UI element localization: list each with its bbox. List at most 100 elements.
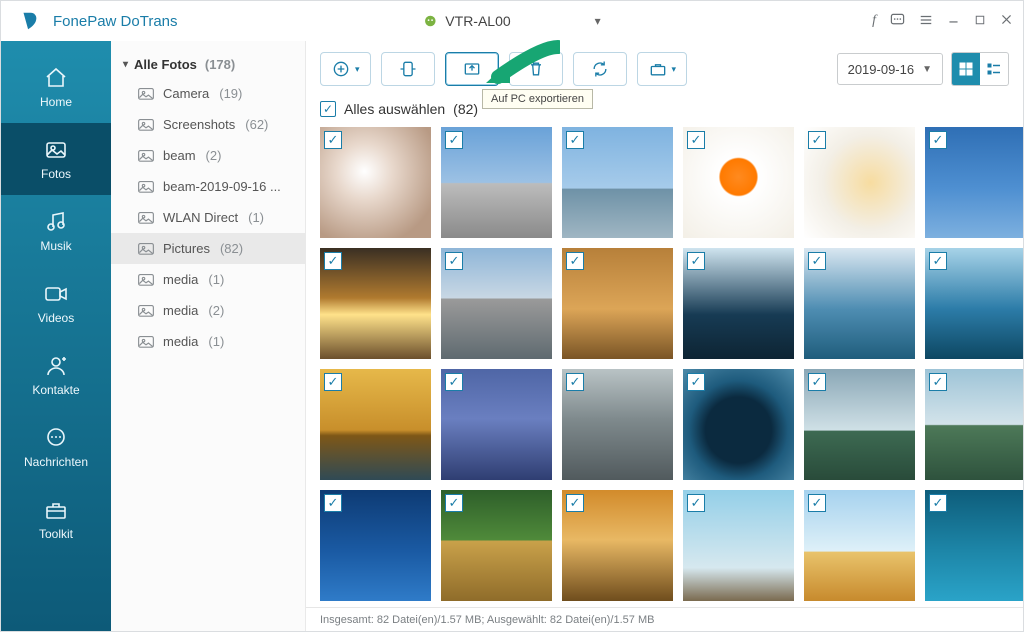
nav-label: Kontakte <box>32 383 79 397</box>
photo-thumbnail[interactable] <box>804 248 915 359</box>
photo-thumbnail[interactable] <box>441 127 552 238</box>
close-button[interactable] <box>1000 13 1013 29</box>
nav-musik[interactable]: Musik <box>1 195 111 267</box>
photo-thumbnail[interactable] <box>804 369 915 480</box>
photo-thumbnail[interactable] <box>562 248 673 359</box>
thumb-checkbox[interactable] <box>929 131 947 149</box>
export-to-pc-button[interactable] <box>445 52 499 86</box>
minimize-button[interactable] <box>947 13 960 29</box>
thumb-checkbox[interactable] <box>445 373 463 391</box>
folder-item[interactable]: media (1) <box>111 264 305 295</box>
thumb-checkbox[interactable] <box>687 373 705 391</box>
facebook-icon[interactable]: f <box>872 13 876 29</box>
toolbox-button[interactable]: ▾ <box>637 52 688 86</box>
photo-thumbnail[interactable] <box>804 127 915 238</box>
photo-thumbnail[interactable] <box>320 248 431 359</box>
photo-thumbnail[interactable] <box>562 127 673 238</box>
delete-button[interactable] <box>509 52 563 86</box>
photo-thumbnail[interactable] <box>562 369 673 480</box>
nav-toolkit[interactable]: Toolkit <box>1 483 111 555</box>
photo-thumbnail[interactable] <box>320 127 431 238</box>
nav-label: Videos <box>38 311 74 325</box>
thumb-checkbox[interactable] <box>566 252 584 270</box>
nav-fotos[interactable]: Fotos <box>1 123 111 195</box>
photo-thumbnail[interactable] <box>925 127 1023 238</box>
folder-count: (1) <box>248 210 264 225</box>
folder-item[interactable]: beam-2019-09-16 ... <box>111 171 305 202</box>
tree-root[interactable]: Alle Fotos (178) <box>111 51 305 78</box>
thumb-checkbox[interactable] <box>808 252 826 270</box>
menu-icon[interactable] <box>919 13 933 30</box>
to-device-button[interactable] <box>381 52 435 86</box>
feedback-icon[interactable] <box>890 12 905 30</box>
status-bar: Insgesamt: 82 Datei(en)/1.57 MB; Ausgewä… <box>306 607 1023 631</box>
photo-thumbnail[interactable] <box>441 490 552 601</box>
folder-item[interactable]: media (2) <box>111 295 305 326</box>
thumb-checkbox[interactable] <box>687 494 705 512</box>
thumb-checkbox[interactable] <box>808 494 826 512</box>
add-button[interactable]: ▾ <box>320 52 371 86</box>
select-all-row[interactable]: Alles auswählen (82) <box>306 97 1023 123</box>
folder-item[interactable]: WLAN Direct (1) <box>111 202 305 233</box>
thumb-checkbox[interactable] <box>929 373 947 391</box>
folder-label: media <box>163 334 198 349</box>
photo-thumbnail[interactable] <box>925 248 1023 359</box>
nav-kontakte[interactable]: Kontakte <box>1 339 111 411</box>
date-filter[interactable]: 2019-09-16 ▼ <box>837 53 943 85</box>
thumb-checkbox[interactable] <box>566 131 584 149</box>
refresh-button[interactable] <box>573 52 627 86</box>
thumb-checkbox[interactable] <box>445 252 463 270</box>
folder-count: (62) <box>245 117 268 132</box>
folder-item[interactable]: Camera (19) <box>111 78 305 109</box>
nav-label: Musik <box>40 239 71 253</box>
folder-item[interactable]: media (1) <box>111 326 305 357</box>
thumb-checkbox[interactable] <box>566 373 584 391</box>
folder-count: (82) <box>220 241 243 256</box>
photo-thumbnail[interactable] <box>925 490 1023 601</box>
photo-thumbnail[interactable] <box>804 490 915 601</box>
photo-thumbnail[interactable] <box>683 490 794 601</box>
photo-thumbnail[interactable] <box>683 248 794 359</box>
thumb-checkbox[interactable] <box>445 131 463 149</box>
folder-label: media <box>163 303 198 318</box>
toolbar: ▾ ▾ 2019-09-16 <box>306 41 1023 97</box>
select-all-checkbox[interactable] <box>320 101 336 117</box>
maximize-button[interactable] <box>974 13 986 29</box>
thumb-checkbox[interactable] <box>808 373 826 391</box>
thumb-checkbox[interactable] <box>324 373 342 391</box>
photo-thumbnail[interactable] <box>441 369 552 480</box>
folder-item[interactable]: beam (2) <box>111 140 305 171</box>
thumb-checkbox[interactable] <box>324 252 342 270</box>
thumb-checkbox[interactable] <box>324 131 342 149</box>
thumb-checkbox[interactable] <box>445 494 463 512</box>
thumb-checkbox[interactable] <box>324 494 342 512</box>
thumb-checkbox[interactable] <box>929 252 947 270</box>
photo-thumbnail[interactable] <box>562 490 673 601</box>
sidebar-nav: Home Fotos Musik Videos Kontakte NachrichtenT… <box>1 41 111 631</box>
device-selector[interactable]: VTR-AL00 ▾ <box>423 13 600 29</box>
nav-home[interactable]: Home <box>1 51 111 123</box>
photo-thumbnail[interactable] <box>441 248 552 359</box>
main-area: ▾ ▾ 2019-09-16 <box>306 41 1023 631</box>
nav-videos[interactable]: Videos <box>1 267 111 339</box>
photo-thumbnail[interactable] <box>925 369 1023 480</box>
photo-thumbnail[interactable] <box>320 369 431 480</box>
nav-label: Fotos <box>41 167 71 181</box>
thumb-checkbox[interactable] <box>687 131 705 149</box>
nav-nachrichten[interactable]: Nachrichten <box>1 411 111 483</box>
thumb-checkbox[interactable] <box>566 494 584 512</box>
tree-root-label: Alle Fotos <box>134 57 197 72</box>
photo-thumbnail[interactable] <box>683 369 794 480</box>
folder-label: beam-2019-09-16 ... <box>163 179 281 194</box>
folder-count: (19) <box>219 86 242 101</box>
photo-thumbnail[interactable] <box>683 127 794 238</box>
folder-item[interactable]: Pictures (82) <box>111 233 305 264</box>
thumb-checkbox[interactable] <box>808 131 826 149</box>
folder-item[interactable]: Screenshots (62) <box>111 109 305 140</box>
thumb-checkbox[interactable] <box>687 252 705 270</box>
grid-view-button[interactable] <box>952 53 980 85</box>
list-view-button[interactable] <box>980 53 1008 85</box>
photo-thumbnail[interactable] <box>320 490 431 601</box>
thumb-checkbox[interactable] <box>929 494 947 512</box>
folder-count: (2) <box>206 148 222 163</box>
